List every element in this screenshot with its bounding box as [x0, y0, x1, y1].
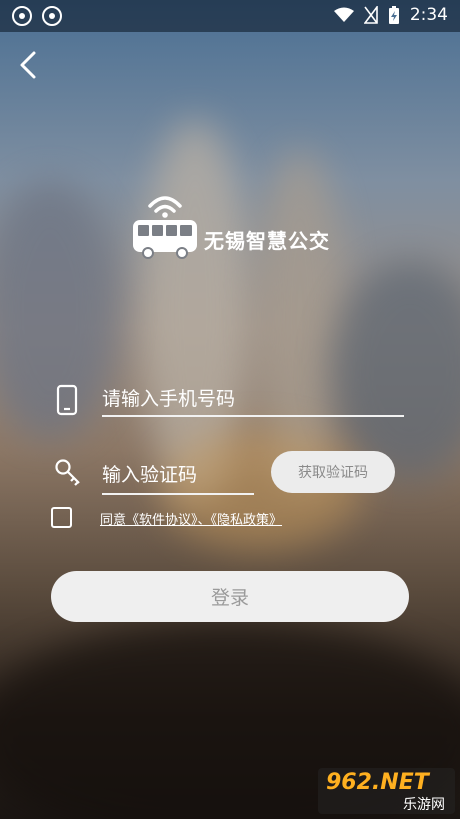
battery-icon — [388, 6, 399, 24]
background-building — [330, 260, 460, 480]
phone-input-underline — [102, 415, 404, 417]
agreement-checkbox[interactable] — [51, 507, 72, 528]
signal-icon — [363, 6, 378, 24]
app-name: 无锡智慧公交 — [204, 229, 330, 253]
key-icon — [55, 459, 80, 486]
login-screen: 2:34 无锡智慧公交 请输入手机号码 输入验证码 获取验证码 同意《软件协议》… — [0, 0, 460, 819]
watermark-subtitle: 乐游网 — [403, 797, 445, 813]
phone-input[interactable]: 请输入手机号码 — [102, 384, 235, 411]
status-time: 2:34 — [409, 5, 448, 25]
watermark-logo: 962.NET 乐游网 — [318, 768, 455, 814]
code-input[interactable]: 输入验证码 — [102, 460, 197, 487]
get-code-button[interactable]: 获取验证码 — [271, 451, 395, 493]
phone-icon — [56, 384, 78, 416]
back-chevron-icon — [20, 51, 36, 79]
agreement-link[interactable]: 同意《软件协议》、《隐私政策》 — [100, 509, 282, 528]
app-logo: 无锡智慧公交 — [132, 192, 330, 260]
status-bar: 2:34 — [0, 0, 460, 32]
back-button[interactable] — [16, 50, 46, 80]
bus-wifi-icon — [133, 196, 197, 259]
wifi-icon — [333, 7, 354, 22]
login-button[interactable]: 登录 — [51, 571, 409, 622]
notification-icon — [12, 6, 32, 26]
code-input-underline — [102, 493, 254, 495]
watermark-brand: 962.NET — [326, 770, 429, 795]
notification-icon — [42, 6, 62, 26]
